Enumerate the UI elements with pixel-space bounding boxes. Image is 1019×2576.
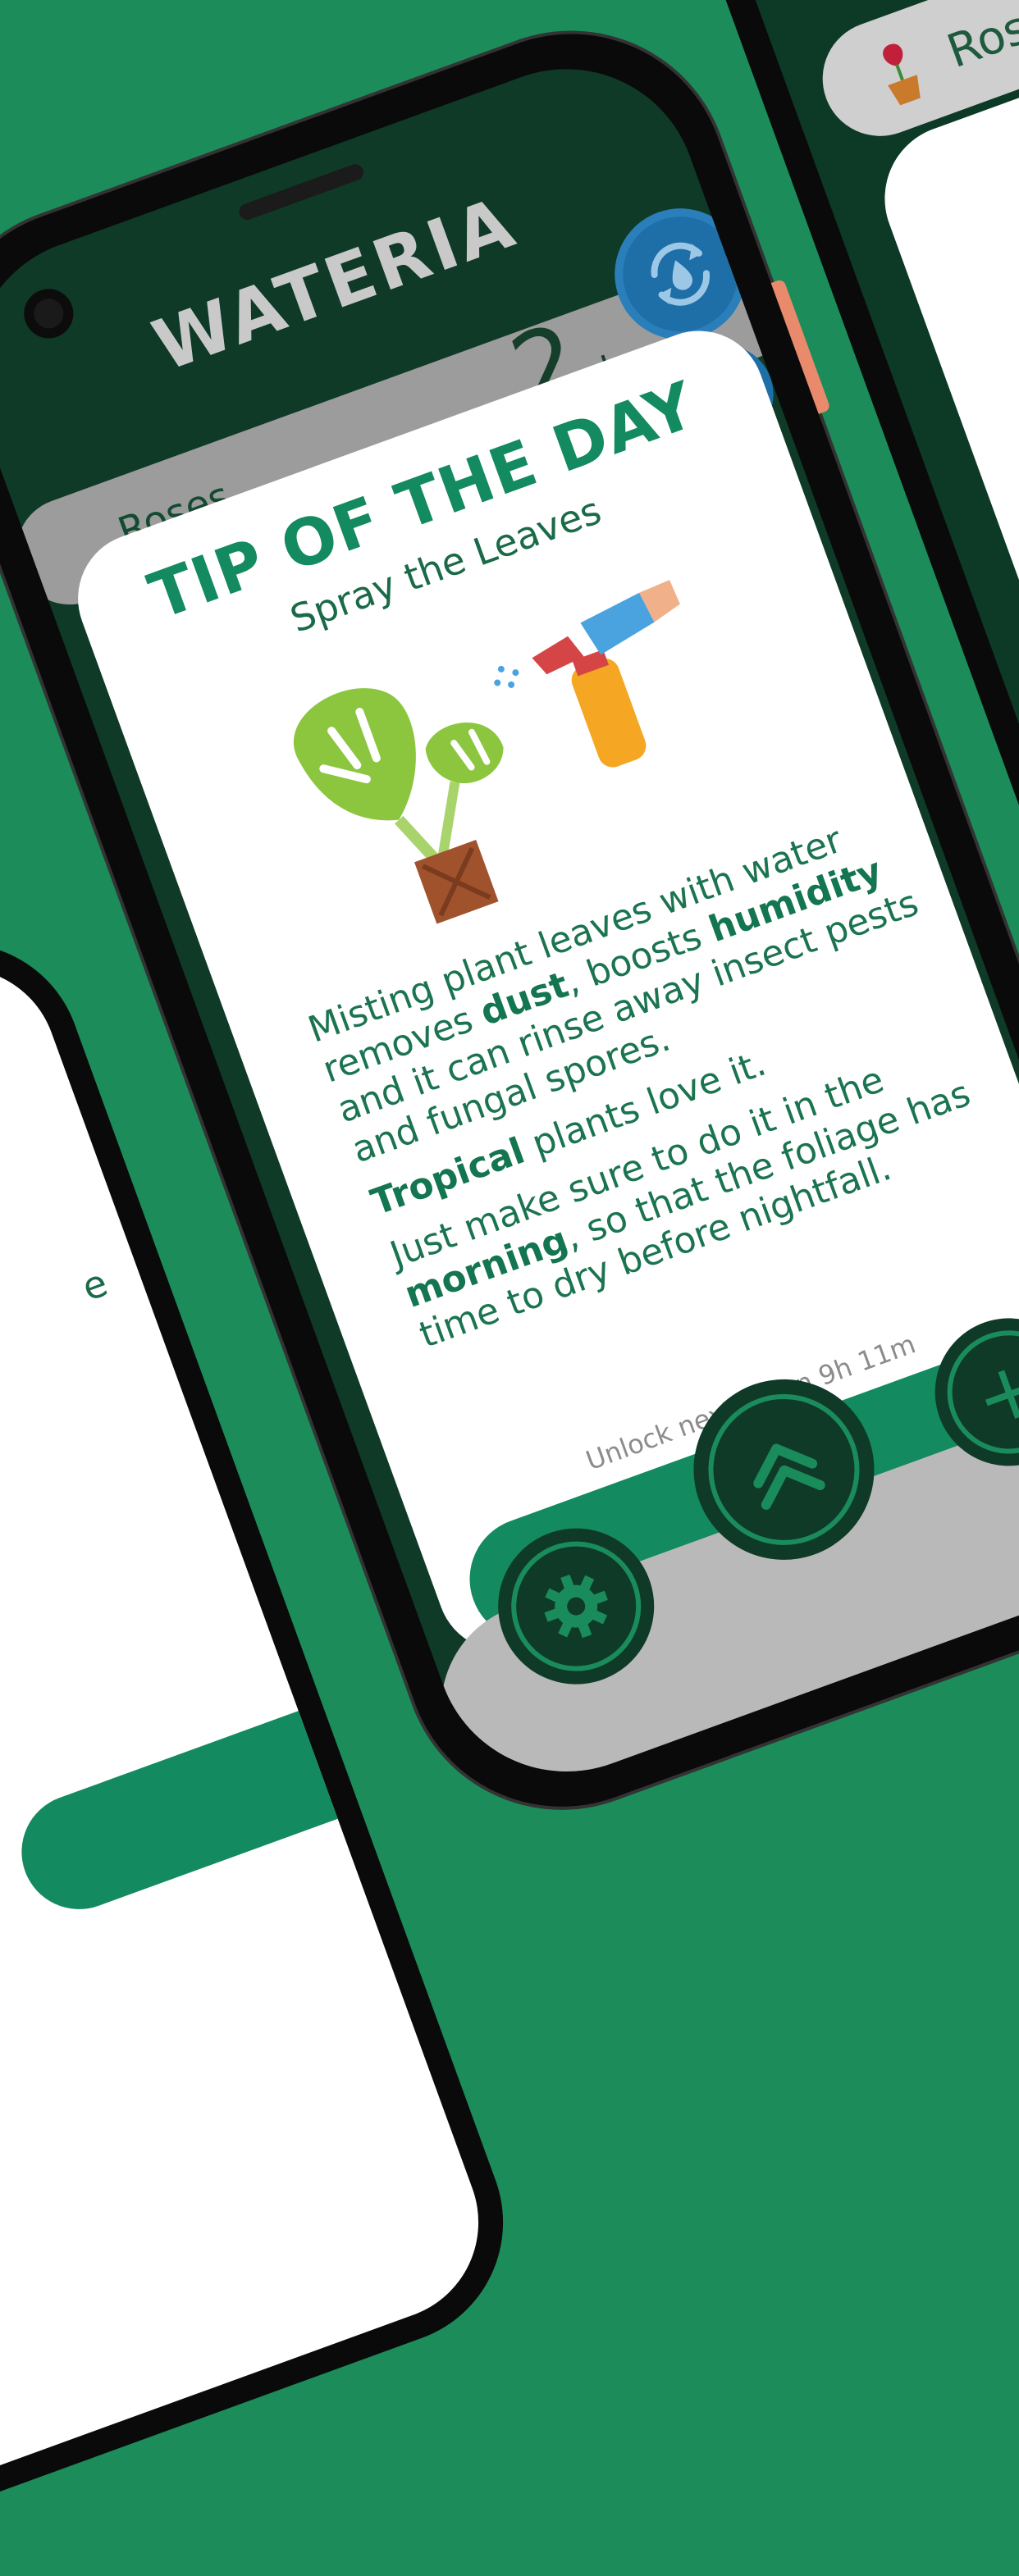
double-chevron-up-icon [753, 1443, 825, 1510]
background-text-fragment: e [75, 1260, 113, 1310]
rose-pot-icon [883, 43, 921, 106]
background-row-name: Roses [940, 0, 1019, 80]
front-camera [16, 281, 80, 345]
gear-icon [544, 1574, 608, 1639]
plus-icon: + [962, 1338, 1019, 1447]
